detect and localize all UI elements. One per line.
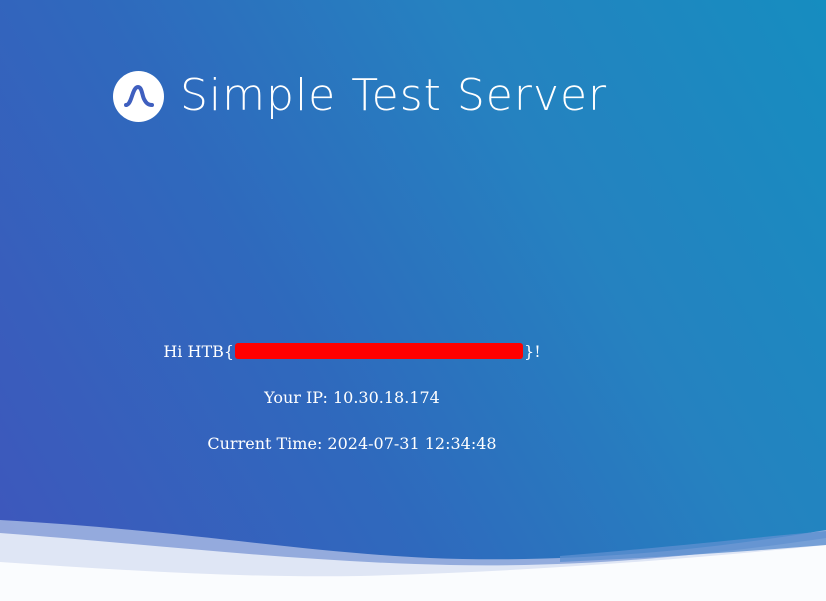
- app-title: Simple Test Server: [180, 70, 608, 121]
- ip-line: Your IP: 10.30.18.174: [264, 388, 440, 407]
- redacted-flag: [235, 343, 524, 359]
- app-header: Simple Test Server: [113, 63, 607, 129]
- greeting-prefix: Hi HTB{: [163, 342, 235, 361]
- time-line: Current Time: 2024-07-31 12:34:48: [207, 434, 497, 453]
- greeting-suffix: }!: [524, 342, 541, 361]
- greeting-line: Hi HTB{}!: [0, 342, 704, 362]
- logo: [113, 70, 164, 122]
- wave-s-icon: [123, 84, 154, 107]
